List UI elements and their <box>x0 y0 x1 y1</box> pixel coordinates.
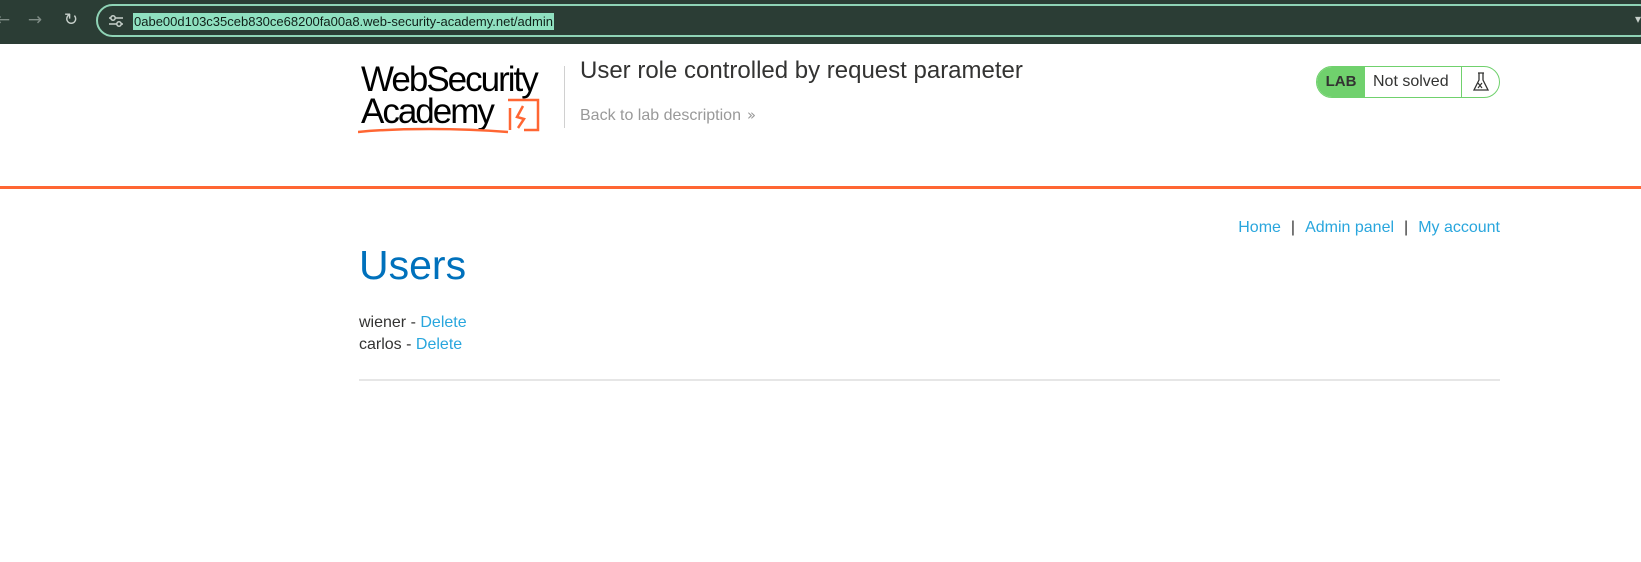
delete-user-link[interactable]: Delete <box>416 336 462 353</box>
arrow-left-icon[interactable]: ← <box>0 9 14 31</box>
lab-title: User role controlled by request paramete… <box>580 57 1023 84</box>
lab-badge: LAB <box>1317 67 1365 97</box>
logo-divider <box>564 66 565 128</box>
browser-toolbar: ← → ↻ 0abe00d103c35ceb830ce68200fa00a8.w… <box>0 0 1641 44</box>
user-separator: - <box>401 336 416 353</box>
web-security-academy-logo[interactable]: WebSecurity Academy <box>358 62 564 134</box>
page-heading: Users <box>359 242 467 288</box>
tune-icon[interactable] <box>108 13 124 29</box>
user-list: wiener - Delete carlos - Delete <box>359 312 467 356</box>
arrow-right-icon[interactable]: → <box>24 9 46 31</box>
user-name: wiener <box>359 314 407 331</box>
user-row: carlos - Delete <box>359 334 467 356</box>
address-bar[interactable]: 0abe00d103c35ceb830ce68200fa00a8.web-sec… <box>96 4 1641 37</box>
lab-status-widget: LAB Not solved <box>1316 66 1500 98</box>
back-to-lab-description-link[interactable]: Back to lab description ›› <box>580 106 756 125</box>
chevron-down-icon[interactable]: ▾ <box>1635 12 1641 26</box>
url-text[interactable]: 0abe00d103c35ceb830ce68200fa00a8.web-sec… <box>133 13 554 30</box>
top-nav: Home | Admin panel | My account <box>1238 219 1500 237</box>
nav-admin-panel-link[interactable]: Admin panel <box>1305 219 1394 236</box>
delete-user-link[interactable]: Delete <box>420 314 466 331</box>
lab-status-text: Not solved <box>1373 73 1449 90</box>
content-divider <box>359 379 1500 381</box>
user-row: wiener - Delete <box>359 312 467 334</box>
nav-separator: | <box>1404 219 1409 236</box>
nav-my-account-link[interactable]: My account <box>1418 219 1500 236</box>
logo-mark-icon <box>358 98 540 134</box>
nav-home-link[interactable]: Home <box>1238 219 1281 236</box>
user-separator: - <box>406 314 421 331</box>
back-link-label[interactable]: Back to lab description <box>580 107 741 124</box>
user-name: carlos <box>359 336 402 353</box>
flask-icon <box>1461 67 1499 97</box>
reload-icon[interactable]: ↻ <box>60 9 82 31</box>
double-chevron-right-icon: ›› <box>746 106 756 124</box>
nav-separator: | <box>1290 219 1296 236</box>
lab-header: WebSecurity Academy User role controlled… <box>0 44 1641 189</box>
